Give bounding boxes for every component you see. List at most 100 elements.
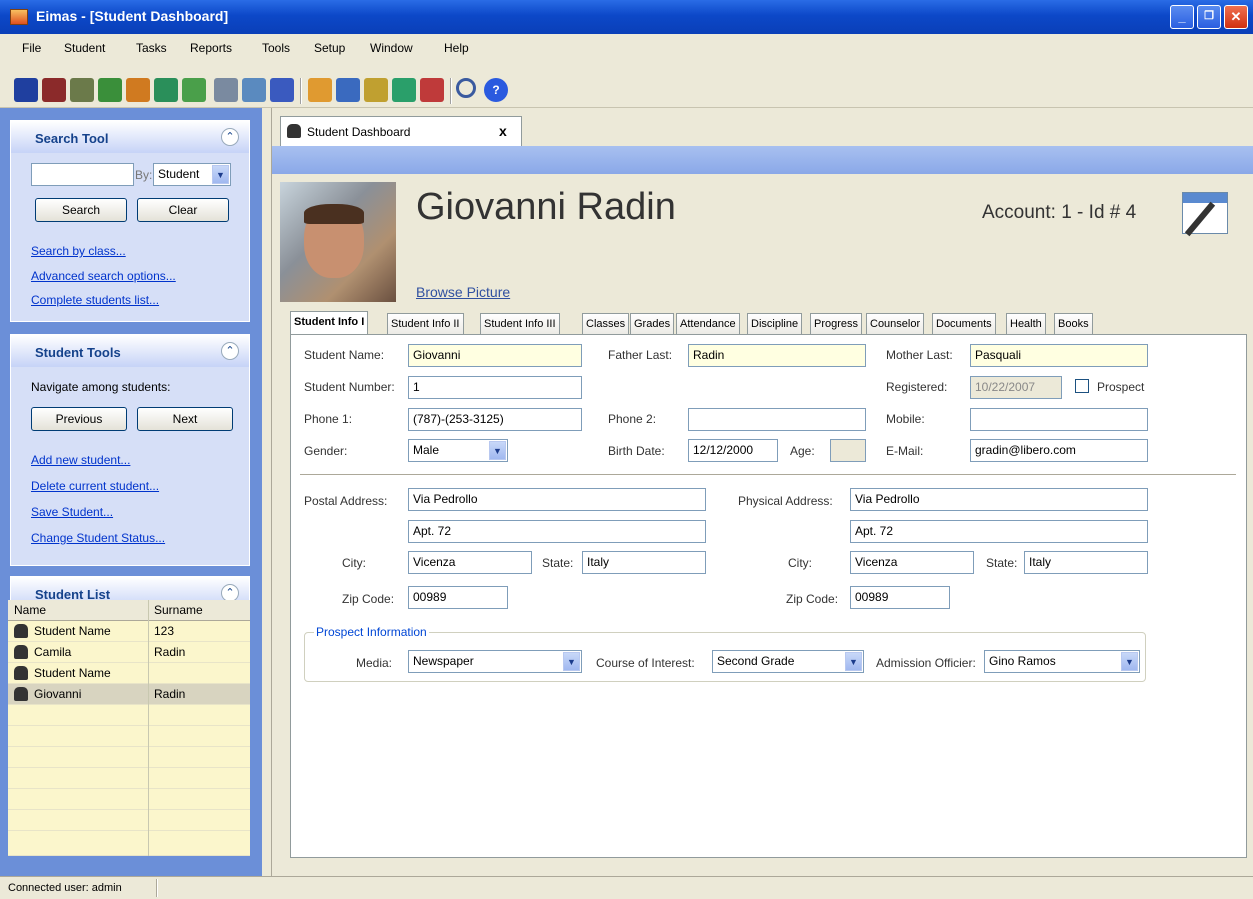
- zip-field-2[interactable]: 00989: [850, 586, 950, 609]
- menu-file[interactable]: File: [22, 41, 41, 55]
- add-student-link[interactable]: Add new student...: [31, 453, 130, 467]
- list-item[interactable]: Student Name: [8, 663, 250, 684]
- pills-icon[interactable]: [182, 78, 206, 102]
- menu-student[interactable]: Student: [64, 41, 105, 55]
- media-select[interactable]: Newspaper ▼: [408, 650, 582, 673]
- student-icon[interactable]: [14, 78, 38, 102]
- student-number-field[interactable]: 1: [408, 376, 582, 399]
- calculator-icon[interactable]: [214, 78, 238, 102]
- edit-icon[interactable]: [1182, 192, 1228, 237]
- next-button[interactable]: Next: [137, 407, 233, 431]
- physical-address-2[interactable]: Apt. 72: [850, 520, 1148, 543]
- gender-select[interactable]: Male ▼: [408, 439, 508, 462]
- tab-counselor[interactable]: Counselor: [866, 313, 925, 335]
- collapse-icon[interactable]: ⌃: [221, 128, 239, 146]
- list-surname: Radin: [154, 645, 186, 659]
- search-tool-header[interactable]: Search Tool ⌃: [11, 121, 249, 153]
- city-field[interactable]: Vicenza: [408, 551, 532, 574]
- tab-discipline[interactable]: Discipline: [747, 313, 803, 335]
- award-icon[interactable]: [98, 78, 122, 102]
- city-field-2[interactable]: Vicenza: [850, 551, 974, 574]
- search-by-class-link[interactable]: Search by class...: [31, 244, 126, 258]
- menu-reports[interactable]: Reports: [190, 41, 232, 55]
- tab-progress[interactable]: Progress: [810, 313, 863, 335]
- advanced-search-link[interactable]: Advanced search options...: [31, 269, 176, 283]
- search-input[interactable]: [31, 163, 134, 186]
- phone2-field[interactable]: [688, 408, 866, 431]
- save-student-link[interactable]: Save Student...: [31, 505, 113, 519]
- close-tab-icon[interactable]: x: [499, 123, 507, 139]
- tab-student-info-3[interactable]: Student Info III: [480, 313, 560, 335]
- minimize-button[interactable]: _: [1170, 5, 1194, 29]
- list-item[interactable]: Camila Radin: [8, 642, 250, 663]
- arrows-icon[interactable]: [126, 78, 150, 102]
- previous-button[interactable]: Previous: [31, 407, 127, 431]
- tab-documents[interactable]: Documents: [932, 313, 996, 335]
- doc-tab[interactable]: Student Dashboard x: [280, 116, 522, 146]
- tab-student-info-1[interactable]: Student Info I: [290, 311, 369, 335]
- col-surname[interactable]: Surname: [154, 600, 203, 620]
- state-field-2[interactable]: Italy: [1024, 551, 1148, 574]
- student-name-field[interactable]: Giovanni: [408, 344, 582, 367]
- list-item-selected[interactable]: Giovanni Radin: [8, 684, 250, 705]
- splitter[interactable]: [262, 108, 272, 876]
- officer-select[interactable]: Gino Ramos ▼: [984, 650, 1140, 673]
- change-status-link[interactable]: Change Student Status...: [31, 531, 165, 545]
- state-field[interactable]: Italy: [582, 551, 706, 574]
- father-last-field[interactable]: Radin: [688, 344, 866, 367]
- tab-student-info-2[interactable]: Student Info II: [387, 313, 464, 335]
- tab-classes[interactable]: Classes: [582, 313, 630, 335]
- mother-last-field[interactable]: Pasquali: [970, 344, 1148, 367]
- folder-icon[interactable]: [308, 78, 332, 102]
- course-select[interactable]: Second Grade ▼: [712, 650, 864, 673]
- scale-icon[interactable]: [364, 78, 388, 102]
- complete-students-link[interactable]: Complete students list...: [31, 293, 159, 307]
- prospect-checkbox[interactable]: [1075, 379, 1089, 393]
- tab-books[interactable]: Books: [1054, 313, 1093, 335]
- menu-setup[interactable]: Setup: [314, 41, 345, 55]
- tools-icon[interactable]: [242, 78, 266, 102]
- help-icon[interactable]: ?: [484, 78, 508, 102]
- physical-address-1[interactable]: Via Pedrollo: [850, 488, 1148, 511]
- export-icon[interactable]: [392, 78, 416, 102]
- menu-tasks[interactable]: Tasks: [136, 41, 167, 55]
- search-icon[interactable]: [456, 78, 476, 98]
- search-by-select[interactable]: Student ▼: [153, 163, 231, 186]
- phone1-field[interactable]: (787)-(253-3125): [408, 408, 582, 431]
- delete-student-link[interactable]: Delete current student...: [31, 479, 159, 493]
- zip-label-2: Zip Code:: [786, 592, 839, 606]
- check-icon[interactable]: [154, 78, 178, 102]
- tab-health[interactable]: Health: [1006, 313, 1046, 335]
- tab-grades[interactable]: Grades: [630, 313, 675, 335]
- list-item[interactable]: Student Name 123: [8, 621, 250, 642]
- student-photo: [280, 182, 396, 302]
- monitor-icon[interactable]: [336, 78, 360, 102]
- birth-date-label: Birth Date:: [608, 444, 665, 458]
- close-button[interactable]: ✕: [1224, 5, 1248, 29]
- maximize-button[interactable]: ❐: [1197, 5, 1221, 29]
- search-button[interactable]: Search: [35, 198, 127, 222]
- menu-window[interactable]: Window: [370, 41, 413, 55]
- menu-tools[interactable]: Tools: [262, 41, 290, 55]
- clear-button[interactable]: Clear: [137, 198, 229, 222]
- report-icon[interactable]: [420, 78, 444, 102]
- birth-date-field[interactable]: 12/12/2000: [688, 439, 778, 462]
- postal-address-1[interactable]: Via Pedrollo: [408, 488, 706, 511]
- list-name: Student Name: [34, 666, 111, 680]
- browse-picture-link[interactable]: Browse Picture: [416, 284, 510, 300]
- zip-field[interactable]: 00989: [408, 586, 508, 609]
- book-icon[interactable]: [70, 78, 94, 102]
- collapse-icon[interactable]: ⌃: [221, 342, 239, 360]
- zip-label: Zip Code:: [342, 592, 395, 606]
- menu-help[interactable]: Help: [444, 41, 469, 55]
- windows-icon[interactable]: [270, 78, 294, 102]
- student-tools-header[interactable]: Student Tools ⌃: [11, 335, 249, 367]
- state-label-2: State:: [986, 556, 1018, 570]
- postal-address-2[interactable]: Apt. 72: [408, 520, 706, 543]
- mobile-field[interactable]: [970, 408, 1148, 431]
- group-icon[interactable]: [42, 78, 66, 102]
- email-field[interactable]: gradin@libero.com: [970, 439, 1148, 462]
- col-name[interactable]: Name: [14, 600, 46, 620]
- status-text: Connected user: admin: [8, 882, 122, 894]
- tab-attendance[interactable]: Attendance: [676, 313, 740, 335]
